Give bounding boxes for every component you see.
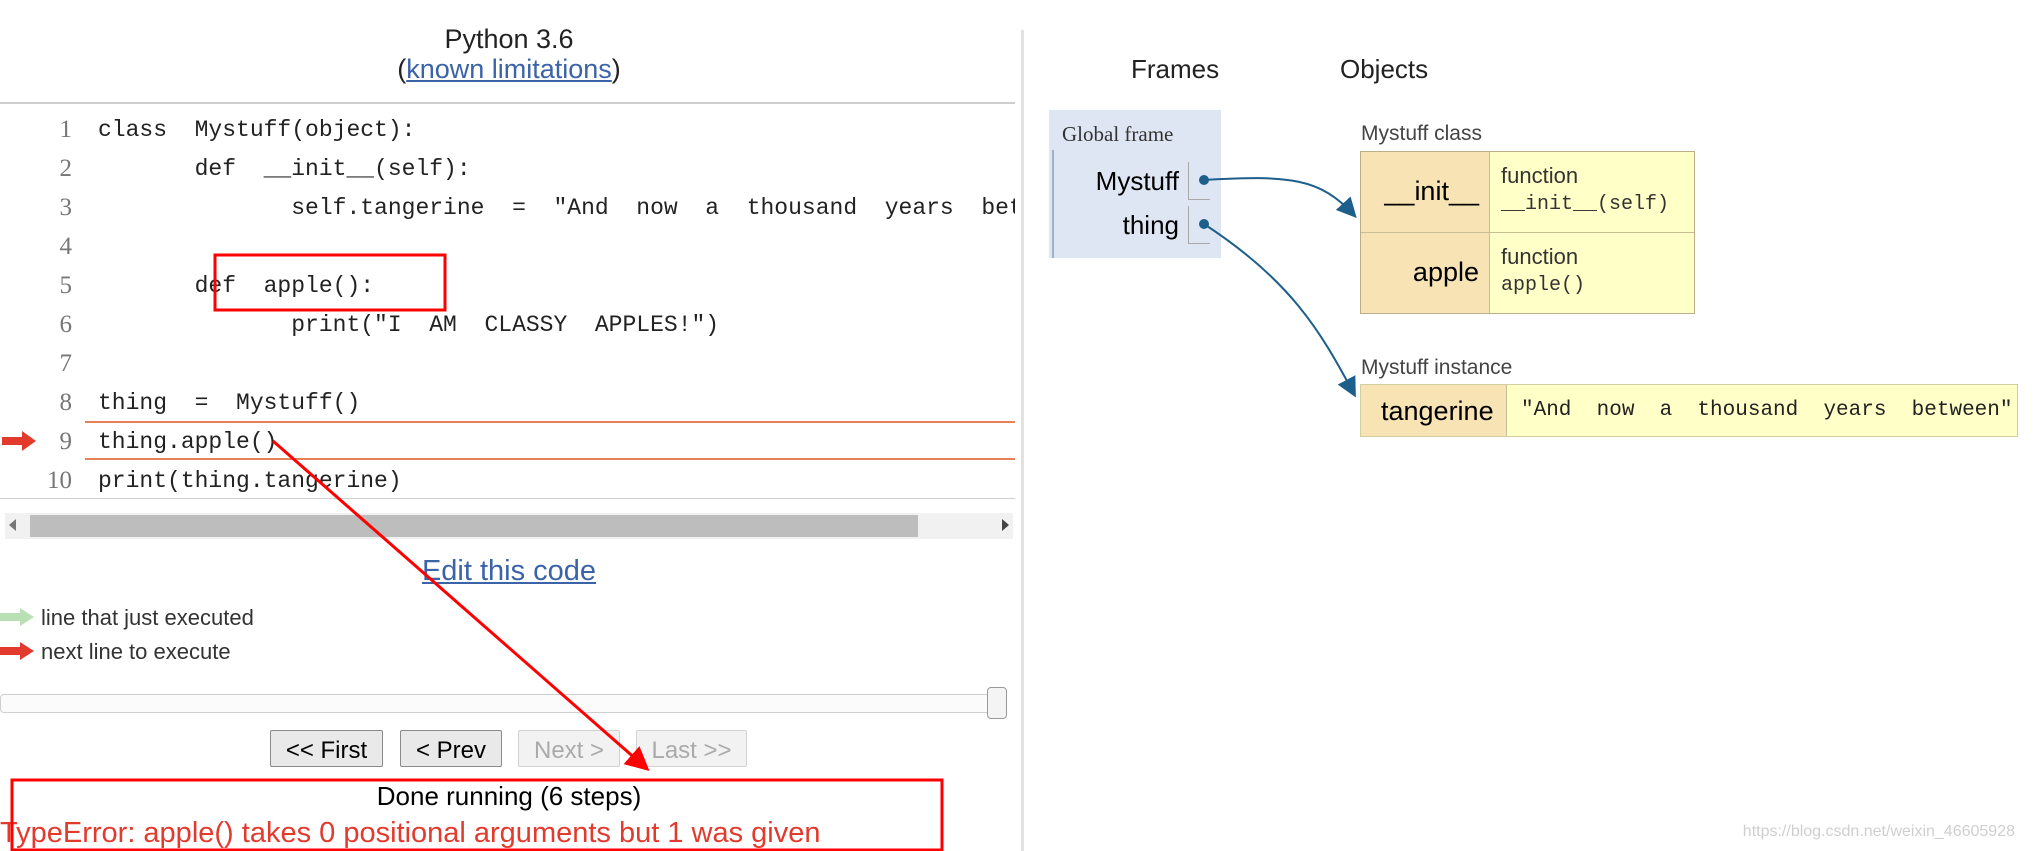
annotation-overlay: [10, 175, 1357, 851]
annotation-box-def-apple: [213, 253, 447, 312]
pointer-arrow-thing: [1203, 223, 1356, 398]
annotation-arrow: [272, 439, 650, 771]
pointer-arrow-mystuff: [1203, 177, 1357, 218]
annotation-box-error: [10, 778, 944, 851]
